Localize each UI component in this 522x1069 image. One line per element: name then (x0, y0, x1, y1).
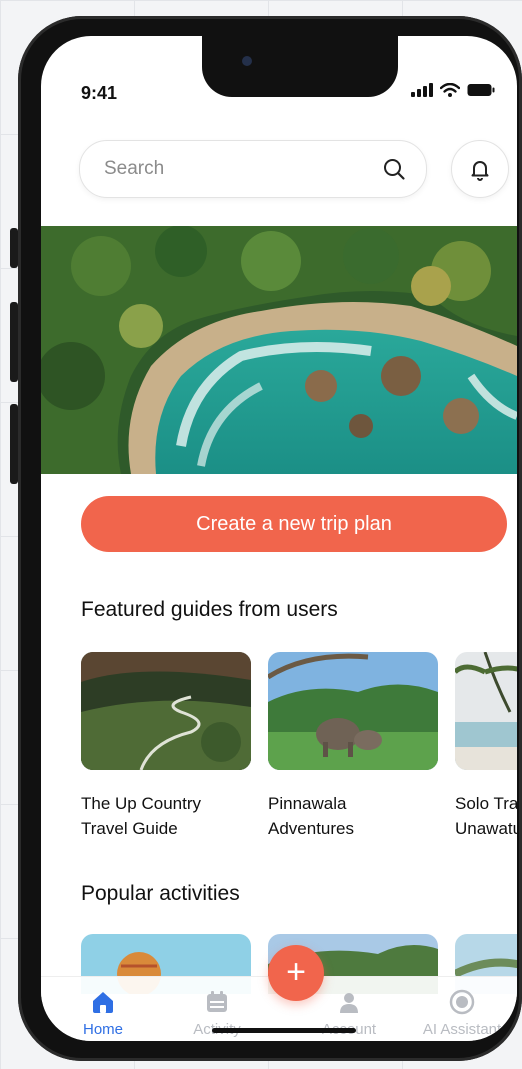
volume-up-button (10, 302, 18, 382)
tab-home[interactable]: Home (44, 977, 162, 1038)
status-time: 9:41 (81, 83, 118, 103)
guide-image (453, 652, 517, 770)
status-icons (411, 83, 495, 97)
featured-guides-list[interactable]: The Up Country Travel Guide Pinnawala Adve… (81, 652, 517, 852)
mute-switch (10, 228, 18, 268)
camera (242, 56, 252, 66)
tab-ai-assistant[interactable]: AI Assistant (403, 977, 517, 1038)
guide-name: Pinnawala Adventures (268, 794, 354, 838)
guide-card[interactable]: The Up Country Travel Guide (81, 652, 251, 841)
ai-assistant-icon (449, 989, 475, 1015)
popular-activities-title: Popular activities (81, 882, 240, 905)
home-indicator (212, 1028, 356, 1033)
plus-icon: + (286, 953, 306, 991)
featured-guides-title: Featured guides from users (81, 598, 338, 621)
wifi-icon (440, 83, 460, 97)
guide-card[interactable]: Solo TravUnawatu (453, 652, 517, 841)
phone-frame: 9:41 Search Create a new trip plan Featu… (10, 16, 522, 1061)
create-trip-plan-button[interactable]: Create a new trip plan (81, 496, 507, 552)
tab-label: AI Assistant (422, 1021, 502, 1038)
hero-image (41, 226, 517, 474)
bell-icon (471, 161, 489, 181)
notifications-button[interactable] (451, 140, 509, 198)
notch (202, 36, 398, 97)
volume-down-button (10, 404, 18, 484)
battery-icon (467, 84, 495, 96)
guide-name: The Up Country Travel Guide (81, 794, 201, 838)
search-icon[interactable] (382, 157, 406, 181)
guide-name: Solo TravUnawatu (455, 794, 517, 838)
search-placeholder: Search (104, 158, 165, 179)
tab-label: Home (82, 1021, 123, 1038)
search-input[interactable]: Search (79, 140, 427, 198)
guide-card[interactable]: Pinnawala Adventures (266, 652, 438, 841)
person-icon (340, 993, 358, 1013)
guide-image (81, 652, 251, 771)
home-icon (93, 992, 113, 1013)
calendar-icon (207, 991, 227, 1012)
signal-icon (411, 83, 433, 97)
guide-image (266, 652, 438, 770)
app-screen: 9:41 Search Create a new trip plan Featu… (41, 36, 517, 1041)
add-button[interactable]: + (268, 945, 324, 1001)
